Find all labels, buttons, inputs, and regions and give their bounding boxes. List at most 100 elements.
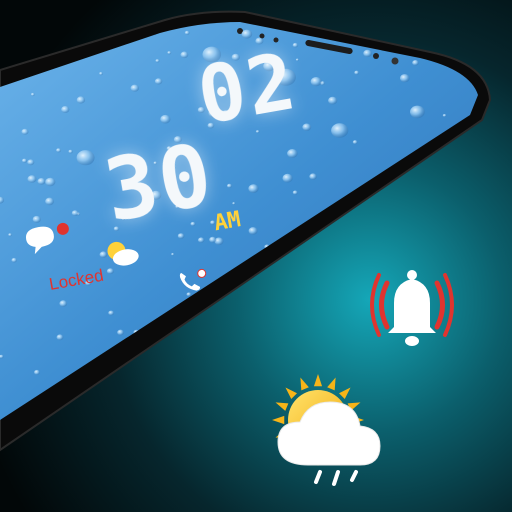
raindrop bbox=[180, 51, 189, 59]
raindrop bbox=[249, 394, 258, 401]
sun-ray bbox=[338, 387, 351, 400]
phone: 02 30 AM Locked bbox=[0, 10, 492, 452]
raindrop bbox=[45, 197, 54, 206]
raindrop bbox=[37, 178, 46, 185]
raindrop bbox=[242, 371, 254, 382]
raindrop bbox=[56, 334, 64, 341]
raindrop bbox=[198, 237, 205, 243]
raindrop bbox=[32, 215, 41, 223]
raindrop bbox=[68, 149, 73, 154]
raindrop bbox=[292, 42, 299, 48]
raindrop bbox=[108, 310, 115, 316]
raindrop bbox=[235, 298, 243, 304]
raindrop bbox=[76, 30, 86, 40]
raindrop bbox=[310, 77, 322, 87]
raindrop bbox=[155, 59, 160, 63]
raindrop bbox=[227, 183, 232, 188]
raindrop bbox=[76, 96, 86, 104]
raindrop bbox=[186, 292, 192, 297]
raindrop bbox=[309, 173, 317, 180]
raindrop bbox=[45, 177, 56, 187]
raindrop bbox=[466, 343, 472, 349]
sun-ray bbox=[327, 377, 336, 391]
raindrop bbox=[167, 51, 172, 55]
raindrop bbox=[184, 30, 190, 35]
raindrop bbox=[10, 41, 16, 47]
raindrop bbox=[171, 253, 175, 256]
bell-icon bbox=[370, 270, 454, 346]
raindrop bbox=[209, 236, 217, 243]
raindrop bbox=[123, 398, 133, 407]
raindrop bbox=[299, 347, 311, 357]
raindrop bbox=[56, 148, 62, 153]
camera-dot bbox=[391, 57, 399, 65]
raindrop bbox=[400, 74, 410, 83]
raindrop bbox=[248, 184, 259, 194]
raindrop bbox=[248, 227, 258, 235]
raindrop bbox=[37, 34, 49, 44]
raindrop bbox=[99, 251, 108, 258]
raindrop bbox=[160, 114, 171, 124]
clock-minutes: 30 bbox=[98, 125, 221, 242]
raindrop bbox=[335, 22, 344, 29]
raindrop bbox=[99, 72, 103, 76]
raindrop bbox=[371, 217, 381, 225]
raindrop bbox=[241, 29, 253, 39]
raindrop bbox=[328, 96, 338, 105]
raindrop bbox=[11, 257, 17, 263]
raindrop bbox=[117, 329, 124, 336]
raindrop bbox=[76, 150, 95, 166]
raindrop bbox=[426, 244, 433, 251]
raindrop bbox=[31, 92, 35, 97]
promo-scene: 02 30 AM Locked bbox=[0, 10, 492, 486]
raindrop bbox=[188, 320, 197, 327]
raindrop bbox=[302, 123, 312, 131]
raindrop bbox=[27, 159, 35, 166]
raindrop bbox=[331, 123, 349, 138]
raindrop bbox=[434, 234, 444, 242]
raindrop bbox=[415, 252, 423, 258]
raindrop bbox=[442, 114, 447, 117]
raindrop bbox=[363, 49, 372, 58]
raindrop bbox=[154, 78, 163, 85]
raindrop bbox=[449, 406, 453, 410]
raindrop bbox=[287, 149, 298, 158]
camera-dot bbox=[373, 53, 379, 59]
raindrop bbox=[106, 268, 114, 275]
raindrop bbox=[347, 358, 352, 363]
raindrop bbox=[434, 24, 443, 31]
raindrop bbox=[292, 190, 298, 195]
raindrop bbox=[460, 371, 468, 378]
sun-ray bbox=[300, 377, 309, 391]
raindrop bbox=[179, 387, 184, 391]
partly-cloudy-rain-icon bbox=[272, 374, 381, 486]
raindrop bbox=[71, 210, 79, 216]
raindrop bbox=[177, 233, 185, 239]
raindrop bbox=[410, 105, 425, 119]
raindrop bbox=[439, 359, 451, 369]
raindrop bbox=[439, 265, 444, 270]
raindrop bbox=[352, 140, 358, 145]
raindrop bbox=[412, 60, 419, 66]
raindrop bbox=[295, 58, 299, 62]
clock-hours: 02 bbox=[191, 37, 303, 143]
raindrop bbox=[130, 84, 139, 92]
sun-ray bbox=[275, 402, 289, 411]
raindrop bbox=[439, 196, 449, 204]
raindrop bbox=[337, 297, 342, 301]
raindrop bbox=[157, 388, 167, 396]
raindrop bbox=[354, 70, 360, 75]
raindrop bbox=[27, 175, 37, 183]
sun-ray bbox=[313, 374, 323, 387]
clock-ampm: AM bbox=[212, 207, 242, 236]
raindrop bbox=[282, 173, 293, 183]
raindrop bbox=[61, 106, 70, 113]
raindrop bbox=[22, 158, 27, 163]
raindrop bbox=[8, 233, 12, 237]
raindrop bbox=[59, 300, 68, 307]
raindrop bbox=[428, 282, 435, 287]
raindrop bbox=[34, 369, 40, 375]
raindrop bbox=[450, 168, 460, 178]
raindrop bbox=[211, 400, 216, 404]
raindrop bbox=[365, 361, 371, 366]
